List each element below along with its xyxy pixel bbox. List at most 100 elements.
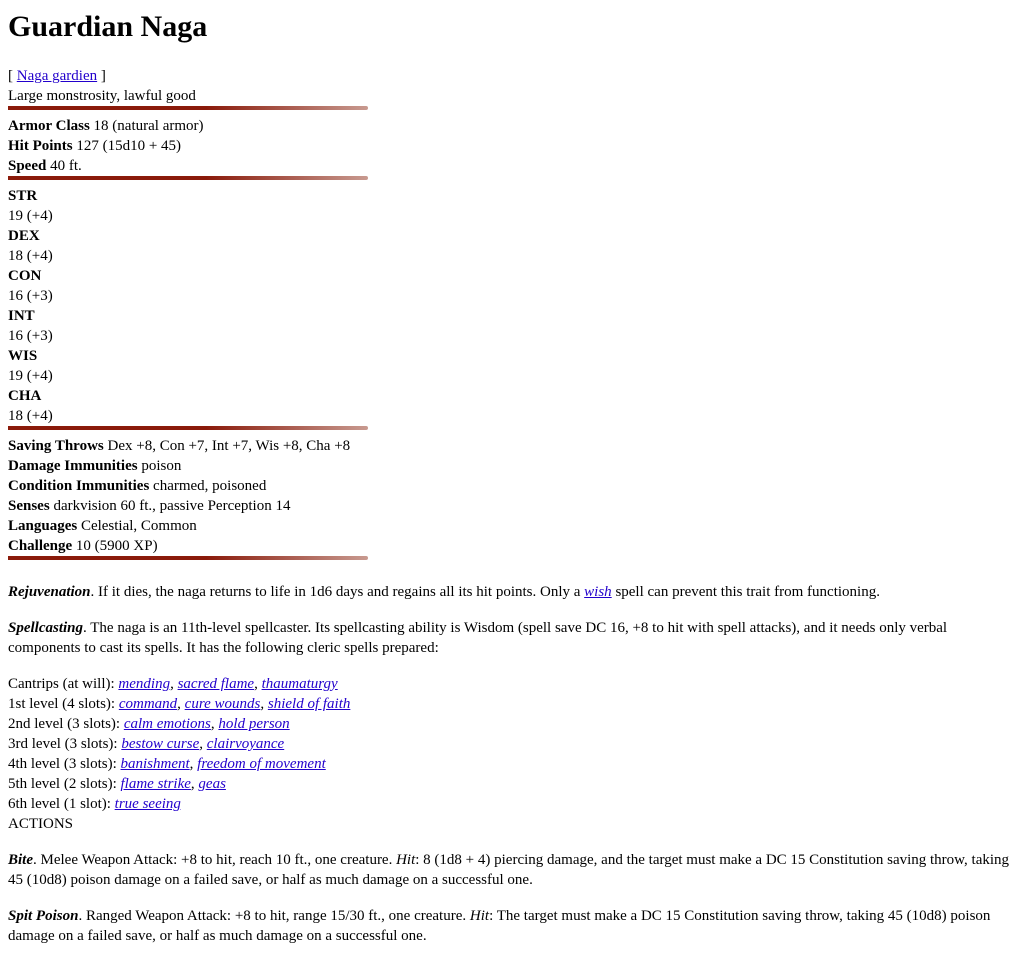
hit-points-row: Hit Points 127 (15d10 + 45)	[8, 136, 181, 156]
ability-name-wis: WIS	[8, 346, 37, 366]
detail-label: Condition Immunities	[8, 478, 150, 494]
saving-throws-row: Saving Throws Dex +8, Con +7, Int +7, Wi…	[8, 436, 350, 456]
spell-link[interactable]: hold person	[218, 716, 289, 732]
page-title: Guardian Naga	[8, 10, 208, 43]
ability-label: INT	[8, 308, 35, 324]
divider-rule	[8, 176, 368, 180]
ability-score-str: 19 (+4)	[8, 208, 53, 224]
spell-level-label: 4th level (3 slots):	[8, 756, 121, 772]
spell-level-label: 2nd level (3 slots):	[8, 716, 124, 732]
detail-value: Celestial, Common	[77, 518, 197, 534]
trait-text: spell can prevent this trait from functi…	[611, 584, 880, 600]
ability-score-cha: 18 (+4)	[8, 408, 53, 424]
translation-line: [ Naga gardien ]	[8, 66, 106, 86]
speed-row: Speed 40 ft.	[8, 156, 82, 176]
spell-link[interactable]: bestow curse	[121, 736, 199, 752]
speed-label: Speed	[8, 158, 47, 174]
bracket-close: ]	[97, 68, 106, 84]
spell-link[interactable]: banishment	[121, 756, 190, 772]
trait-name: Rejuvenation	[8, 584, 91, 600]
trait-text: . The naga is an 11th-level spellcaster.…	[8, 620, 948, 656]
action-text: . Ranged Weapon Attack: +8 to hit, range…	[78, 908, 470, 924]
detail-value: 10 (5900 XP)	[72, 538, 158, 554]
speed-value: 40 ft.	[46, 158, 82, 174]
spell-level-label: 6th level (1 slot):	[8, 796, 115, 812]
spell-link[interactable]: thaumaturgy	[262, 676, 338, 692]
action-bite: Bite. Melee Weapon Attack: +8 to hit, re…	[8, 850, 1013, 890]
action-name: Bite	[8, 852, 33, 868]
ability-name-dex: DEX	[8, 226, 40, 246]
detail-label: Senses	[8, 498, 50, 514]
languages-row: Languages Celestial, Common	[8, 516, 197, 536]
action-name: Spit Poison	[8, 908, 79, 924]
detail-label: Languages	[8, 518, 78, 534]
spell-link[interactable]: command	[119, 696, 177, 712]
translation-link[interactable]: Naga gardien	[17, 68, 97, 84]
hit-label: Hit	[396, 852, 416, 868]
spell-link[interactable]: cure wounds	[185, 696, 261, 712]
spell-level-6: 6th level (1 slot): true seeing	[8, 794, 181, 814]
spell-level-2: 2nd level (3 slots): calm emotions, hold…	[8, 716, 290, 732]
spell-link[interactable]: true seeing	[115, 796, 181, 812]
spell-level-3: 3rd level (3 slots): bestow curse, clair…	[8, 736, 285, 752]
hit-points-label: Hit Points	[8, 138, 73, 154]
spell-link[interactable]: mending	[118, 676, 170, 692]
detail-value: darkvision 60 ft., passive Perception 14	[49, 498, 291, 514]
action-text: . Melee Weapon Attack: +8 to hit, reach …	[33, 852, 397, 868]
condition-immunities-row: Condition Immunities charmed, poisoned	[8, 476, 266, 496]
hit-label: Hit	[469, 908, 490, 924]
spell-level-label: 1st level (4 slots):	[8, 696, 119, 712]
spell-link[interactable]: clairvoyance	[207, 736, 284, 752]
spell-link[interactable]: geas	[198, 776, 226, 792]
armor-class-value: 18 (natural armor)	[89, 118, 204, 134]
ability-label: CON	[8, 268, 42, 284]
bracket-open: [	[8, 68, 17, 84]
spell-link[interactable]: sacred flame	[178, 676, 255, 692]
spell-level-5: 5th level (2 slots): flame strike, geas	[8, 776, 226, 792]
detail-value: poison	[137, 458, 182, 474]
trait-spellcasting: Spellcasting. The naga is an 11th-level …	[8, 618, 1013, 658]
senses-row: Senses darkvision 60 ft., passive Percep…	[8, 496, 290, 516]
spell-level-cantrips: Cantrips (at will): mending, sacred flam…	[8, 676, 338, 692]
armor-class-row: Armor Class 18 (natural armor)	[8, 116, 204, 136]
action-spit-poison: Spit Poison. Ranged Weapon Attack: +8 to…	[8, 906, 1013, 946]
spell-level-label: 3rd level (3 slots):	[8, 736, 122, 752]
spell-link[interactable]: freedom of movement	[197, 756, 326, 772]
ability-name-cha: CHA	[8, 386, 41, 406]
ability-name-str: STR	[8, 186, 37, 206]
spell-link-wish[interactable]: wish	[584, 584, 612, 600]
divider-rule	[8, 556, 368, 560]
detail-value: Dex +8, Con +7, Int +7, Wis +8, Cha +8	[103, 438, 351, 454]
divider-rule	[8, 106, 368, 110]
divider-rule	[8, 426, 368, 430]
spell-link[interactable]: shield of faith	[268, 696, 351, 712]
type-line: Large monstrosity, lawful good	[8, 88, 196, 104]
trait-text: . If it dies, the naga returns to life i…	[90, 584, 585, 600]
ability-label: WIS	[8, 348, 38, 364]
armor-class-label: Armor Class	[8, 118, 90, 134]
challenge-row: Challenge 10 (5900 XP)	[8, 536, 158, 556]
spell-level-4: 4th level (3 slots): banishment, freedom…	[8, 756, 326, 772]
trait-name: Spellcasting	[8, 620, 84, 636]
ability-score-con: 16 (+3)	[8, 288, 53, 304]
detail-label: Challenge	[8, 538, 73, 554]
ability-name-int: INT	[8, 306, 35, 326]
spell-level-label: Cantrips (at will):	[8, 676, 119, 692]
ability-score-int: 16 (+3)	[8, 328, 53, 344]
spell-link[interactable]: flame strike	[121, 776, 191, 792]
ability-label: DEX	[8, 228, 40, 244]
actions-heading: ACTIONS	[8, 816, 74, 832]
trait-rejuvenation: Rejuvenation. If it dies, the naga retur…	[8, 582, 1013, 602]
damage-immunities-row: Damage Immunities poison	[8, 456, 181, 476]
ability-label: STR	[8, 188, 38, 204]
ability-label: CHA	[8, 388, 42, 404]
spell-level-1: 1st level (4 slots): command, cure wound…	[8, 696, 351, 712]
ability-score-dex: 18 (+4)	[8, 248, 53, 264]
spell-link[interactable]: calm emotions	[124, 716, 211, 732]
detail-value: charmed, poisoned	[149, 478, 267, 494]
detail-label: Saving Throws	[8, 438, 104, 454]
spell-level-label: 5th level (2 slots):	[8, 776, 121, 792]
detail-label: Damage Immunities	[8, 458, 138, 474]
hit-points-value: 127 (15d10 + 45)	[72, 138, 182, 154]
ability-name-con: CON	[8, 266, 41, 286]
